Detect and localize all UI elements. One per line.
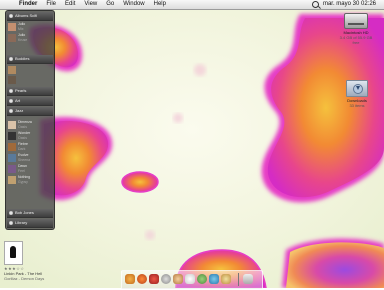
dock — [121, 270, 263, 290]
album-art-icon — [8, 34, 16, 42]
disc-icon — [9, 109, 13, 113]
media-dock-icon[interactable] — [149, 274, 159, 284]
icon-sublabel: 33 items — [349, 103, 365, 108]
menu-view[interactable]: View — [84, 0, 97, 9]
icon-sublabel: 3.4 GB of 55.9 GB free — [339, 35, 373, 45]
drawer-section[interactable]: Bob Jones — [7, 209, 53, 218]
drawer-section[interactable]: Albums Scifi — [7, 12, 53, 21]
drawer-section[interactable]: Pearls — [7, 87, 53, 96]
album-art-icon — [8, 121, 16, 129]
menu-clock[interactable]: mar. mayo 30 02:26 — [323, 0, 376, 9]
photo-dock-icon[interactable] — [221, 274, 231, 284]
album-art-icon — [8, 132, 16, 140]
menu-bar: Finder File Edit View Go Window Help mar… — [0, 0, 384, 10]
track-item[interactable]: Julio Mix — [18, 22, 51, 31]
menu-edit[interactable]: Edit — [65, 0, 75, 9]
library-icon — [9, 221, 13, 225]
itunes-dock-icon[interactable] — [209, 274, 219, 284]
drawer-section[interactable]: Jazz — [7, 107, 53, 116]
hard-drive-icon — [344, 13, 368, 29]
finder-dock-icon[interactable] — [125, 274, 135, 284]
drawer-section[interactable]: Art — [7, 97, 53, 106]
messages-dock-icon[interactable] — [197, 274, 207, 284]
track-item[interactable]: Dimenza Oasis — [18, 120, 51, 129]
disc-icon — [9, 57, 13, 61]
album-art-icon — [8, 176, 16, 184]
track-item[interactable]: Evolve Sheena — [18, 153, 51, 162]
menu-file[interactable]: File — [46, 0, 56, 9]
desktop-icon-macintosh-hd[interactable]: Macintosh HD 3.4 GB of 55.9 GB free — [336, 13, 376, 45]
downloads-folder-icon — [346, 80, 368, 97]
track-item[interactable]: Nothing Gypsy — [18, 175, 51, 184]
drawer-section[interactable]: Library — [7, 219, 53, 228]
trash-dock-icon[interactable] — [243, 274, 253, 284]
menu-items: Finder File Edit View Go Window Help — [19, 0, 175, 9]
now-playing-widget[interactable]: ★★★☆☆ Linkin Park - The Hell Gorillaz - … — [4, 241, 64, 286]
desktop-icon-downloads[interactable]: Downloads 33 items — [338, 80, 376, 108]
track-item[interactable]: Fiebre Dark — [18, 142, 51, 151]
track-item[interactable]: Wonder Oasis — [18, 131, 51, 140]
disc-icon — [9, 89, 13, 93]
album-art-icon — [8, 23, 16, 31]
itunes-drawer: Albums Scifi Julio Mix Julio Kruse Buddies… — [5, 10, 55, 230]
disc-icon — [9, 99, 13, 103]
dock-separator — [238, 273, 239, 286]
album-art-icon — [8, 143, 16, 151]
album-art-icon — [8, 76, 16, 84]
app-dock-icon[interactable] — [173, 274, 183, 284]
clock-dock-icon[interactable] — [161, 274, 171, 284]
menu-window[interactable]: Window — [123, 0, 144, 9]
track-item[interactable]: Julio Kruse — [18, 33, 51, 42]
album-cover-icon — [4, 241, 23, 265]
disc-icon — [9, 211, 13, 215]
track-item[interactable]: Dawn Feel — [18, 164, 51, 173]
menu-go[interactable]: Go — [106, 0, 114, 9]
album-art-icon — [8, 154, 16, 162]
disc-icon — [9, 14, 13, 18]
menu-finder[interactable]: Finder — [19, 0, 37, 9]
now-playing-album: Gorillaz - Demon Days — [4, 276, 45, 281]
firefox-dock-icon[interactable] — [137, 274, 147, 284]
mail-dock-icon[interactable] — [185, 274, 195, 284]
menu-help[interactable]: Help — [154, 0, 166, 9]
menu-extras: mar. mayo 30 02:26 — [311, 0, 376, 9]
drawer-section[interactable]: Buddies — [7, 55, 53, 64]
album-art-icon — [8, 66, 16, 74]
album-art-icon — [8, 165, 16, 173]
spotlight-icon[interactable] — [311, 1, 319, 8]
